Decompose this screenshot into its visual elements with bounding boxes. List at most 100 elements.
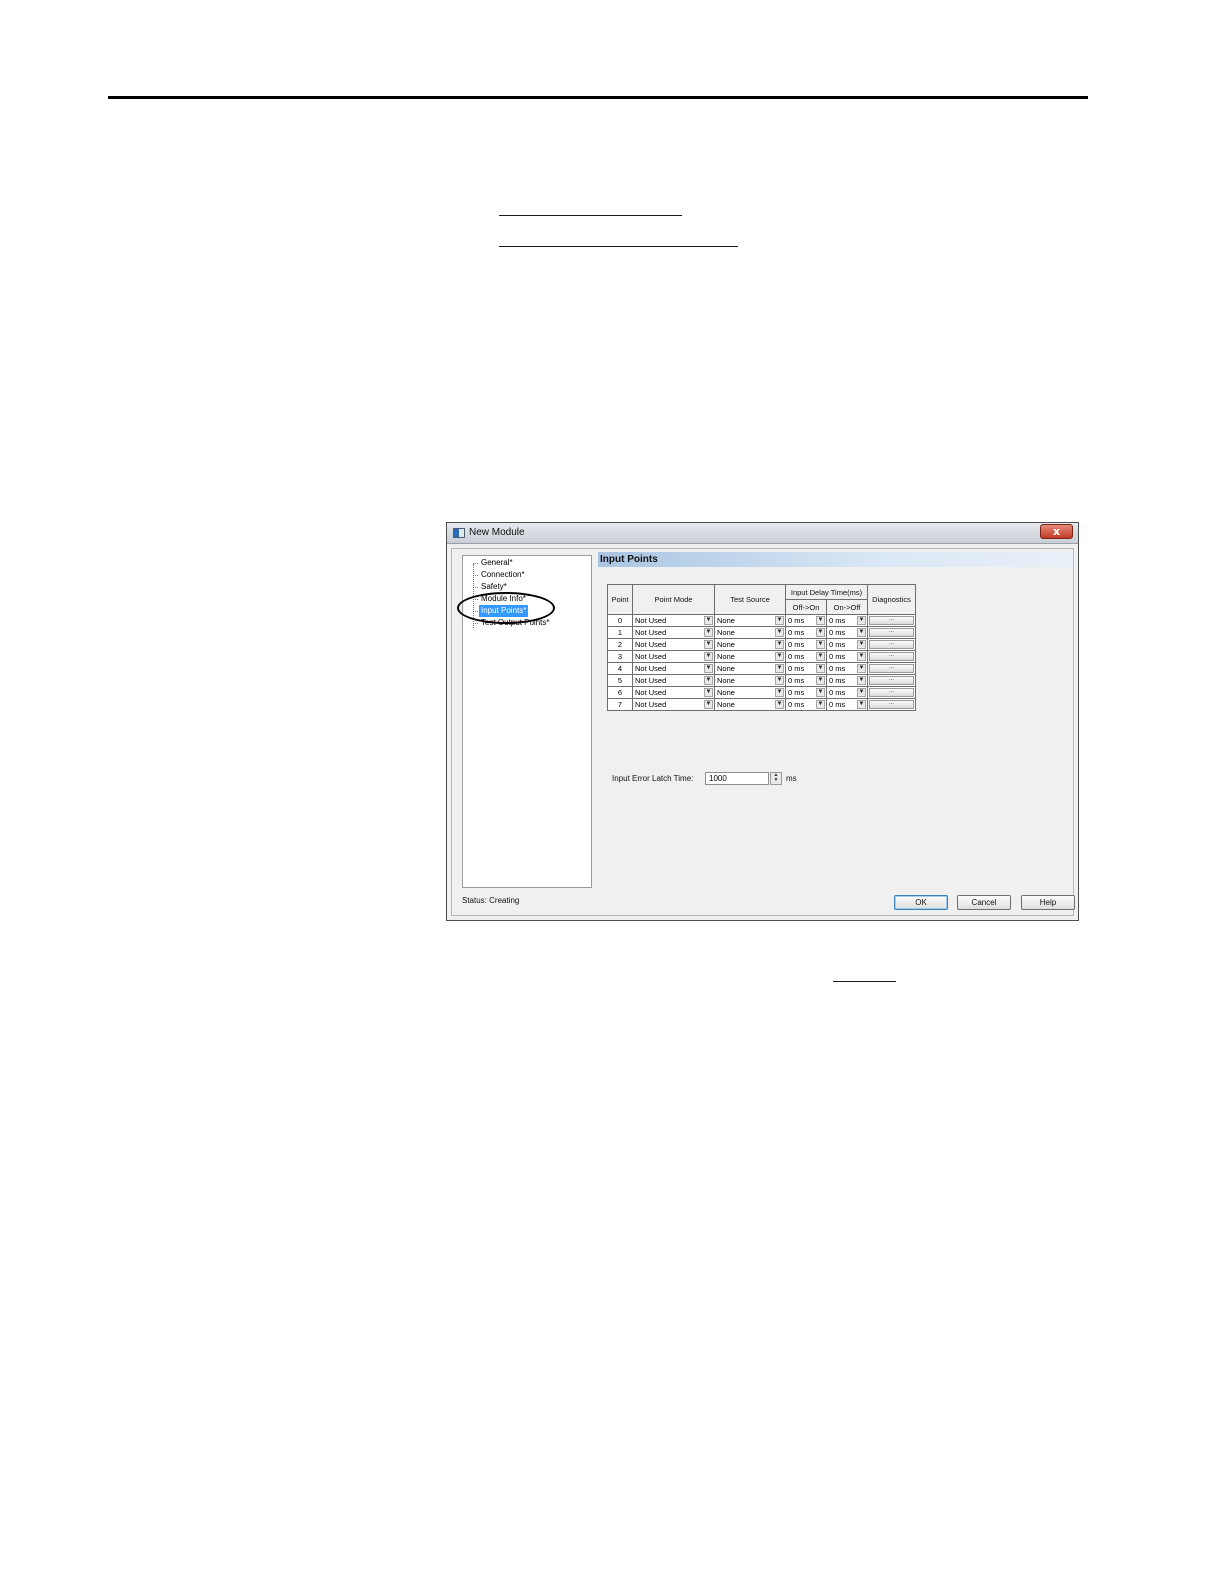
chevron-down-icon[interactable]: ▼ (816, 676, 825, 685)
on-off-select[interactable]: 0 ms ▼ (826, 662, 868, 675)
point-mode-select[interactable]: Not Used ▼ (632, 686, 715, 699)
point-number: 6 (607, 686, 633, 699)
chevron-down-icon[interactable]: ▼ (816, 664, 825, 673)
ok-button[interactable]: OK (894, 895, 948, 910)
table-row: 2 Not Used ▼ None ▼ 0 ms ▼ 0 ms ▼... (607, 638, 916, 651)
point-mode-value: Not Used (635, 652, 667, 661)
on-off-select[interactable]: 0 ms ▼ (826, 686, 868, 699)
spin-down-icon[interactable]: ▼ (774, 777, 779, 783)
chevron-down-icon[interactable]: ▼ (857, 700, 866, 709)
test-source-select[interactable]: None ▼ (714, 698, 786, 711)
chevron-down-icon[interactable]: ▼ (704, 652, 713, 661)
chevron-down-icon[interactable]: ▼ (704, 664, 713, 673)
test-source-select[interactable]: None ▼ (714, 662, 786, 675)
point-number: 4 (607, 662, 633, 675)
chevron-down-icon[interactable]: ▼ (816, 700, 825, 709)
test-source-select[interactable]: None ▼ (714, 686, 786, 699)
link-underline-3[interactable] (833, 981, 896, 982)
chevron-down-icon[interactable]: ▼ (857, 640, 866, 649)
latch-time-input[interactable]: 1000 (705, 772, 769, 785)
off-on-value: 0 ms (788, 616, 805, 625)
chevron-down-icon[interactable]: ▼ (857, 652, 866, 661)
point-mode-select[interactable]: Not Used ▼ (632, 698, 715, 711)
off-on-select[interactable]: 0 ms ▼ (785, 686, 827, 699)
table-row: 4 Not Used ▼ None ▼ 0 ms ▼ 0 ms ▼... (607, 662, 916, 675)
chevron-down-icon[interactable]: ▼ (857, 616, 866, 625)
cancel-button[interactable]: Cancel (957, 895, 1011, 910)
chevron-down-icon[interactable]: ▼ (704, 676, 713, 685)
on-off-select[interactable]: 0 ms ▼ (826, 674, 868, 687)
diagnostics-button[interactable]: ... (869, 652, 914, 661)
link-underline-2[interactable] (499, 246, 738, 247)
chevron-down-icon[interactable]: ▼ (775, 664, 784, 673)
off-on-select[interactable]: 0 ms ▼ (785, 662, 827, 675)
diagnostics-cell: ... (867, 698, 916, 711)
point-mode-select[interactable]: Not Used ▼ (632, 662, 715, 675)
on-off-select[interactable]: 0 ms ▼ (826, 614, 868, 627)
chevron-down-icon[interactable]: ▼ (704, 640, 713, 649)
chevron-down-icon[interactable]: ▼ (857, 664, 866, 673)
chevron-down-icon[interactable]: ▼ (775, 640, 784, 649)
off-on-select[interactable]: 0 ms ▼ (785, 674, 827, 687)
off-on-select[interactable]: 0 ms ▼ (785, 614, 827, 627)
table-row: 5 Not Used ▼ None ▼ 0 ms ▼ 0 ms ▼... (607, 674, 916, 687)
table-row: 0 Not Used ▼ None ▼ 0 ms ▼ 0 ms ▼... (607, 614, 916, 627)
test-source-select[interactable]: None ▼ (714, 614, 786, 627)
tree-item-general[interactable]: General* (473, 557, 515, 569)
point-mode-select[interactable]: Not Used ▼ (632, 650, 715, 663)
test-source-select[interactable]: None ▼ (714, 674, 786, 687)
diagnostics-button[interactable]: ... (869, 700, 914, 709)
diagnostics-button[interactable]: ... (869, 664, 914, 673)
tree-item-connection[interactable]: Connection* (473, 569, 527, 581)
chevron-down-icon[interactable]: ▼ (704, 616, 713, 625)
chevron-down-icon[interactable]: ▼ (704, 688, 713, 697)
chevron-down-icon[interactable]: ▼ (816, 640, 825, 649)
chevron-down-icon[interactable]: ▼ (857, 628, 866, 637)
diagnostics-button[interactable]: ... (869, 616, 914, 625)
point-mode-select[interactable]: Not Used ▼ (632, 626, 715, 639)
chevron-down-icon[interactable]: ▼ (816, 652, 825, 661)
point-mode-value: Not Used (635, 640, 667, 649)
on-off-select[interactable]: 0 ms ▼ (826, 698, 868, 711)
chevron-down-icon[interactable]: ▼ (775, 688, 784, 697)
off-on-value: 0 ms (788, 628, 805, 637)
diagnostics-button[interactable]: ... (869, 640, 914, 649)
chevron-down-icon[interactable]: ▼ (816, 628, 825, 637)
help-button[interactable]: Help (1021, 895, 1075, 910)
on-off-select[interactable]: 0 ms ▼ (826, 638, 868, 651)
latch-time-spinner[interactable]: ▲ ▼ (770, 772, 782, 785)
chevron-down-icon[interactable]: ▼ (704, 628, 713, 637)
link-underline-1[interactable] (499, 215, 682, 216)
on-off-select[interactable]: 0 ms ▼ (826, 626, 868, 639)
chevron-down-icon[interactable]: ▼ (816, 616, 825, 625)
test-source-value: None (717, 616, 735, 625)
test-source-select[interactable]: None ▼ (714, 626, 786, 639)
test-source-value: None (717, 652, 735, 661)
close-button[interactable]: x (1040, 524, 1073, 539)
test-source-select[interactable]: None ▼ (714, 650, 786, 663)
title-bar[interactable]: New Module x (447, 523, 1078, 544)
point-mode-select[interactable]: Not Used ▼ (632, 674, 715, 687)
off-on-select[interactable]: 0 ms ▼ (785, 650, 827, 663)
test-source-select[interactable]: None ▼ (714, 638, 786, 651)
on-off-select[interactable]: 0 ms ▼ (826, 650, 868, 663)
off-on-select[interactable]: 0 ms ▼ (785, 626, 827, 639)
chevron-down-icon[interactable]: ▼ (775, 616, 784, 625)
diagnostics-button[interactable]: ... (869, 688, 914, 697)
off-on-value: 0 ms (788, 688, 805, 697)
chevron-down-icon[interactable]: ▼ (775, 676, 784, 685)
chevron-down-icon[interactable]: ▼ (816, 688, 825, 697)
off-on-select[interactable]: 0 ms ▼ (785, 638, 827, 651)
chevron-down-icon[interactable]: ▼ (857, 688, 866, 697)
chevron-down-icon[interactable]: ▼ (704, 700, 713, 709)
chevron-down-icon[interactable]: ▼ (857, 676, 866, 685)
point-mode-select[interactable]: Not Used ▼ (632, 614, 715, 627)
off-on-select[interactable]: 0 ms ▼ (785, 698, 827, 711)
diagnostics-button[interactable]: ... (869, 628, 914, 637)
chevron-down-icon[interactable]: ▼ (775, 700, 784, 709)
point-mode-select[interactable]: Not Used ▼ (632, 638, 715, 651)
chevron-down-icon[interactable]: ▼ (775, 628, 784, 637)
diagnostics-button[interactable]: ... (869, 676, 914, 685)
chevron-down-icon[interactable]: ▼ (775, 652, 784, 661)
point-mode-value: Not Used (635, 700, 667, 709)
